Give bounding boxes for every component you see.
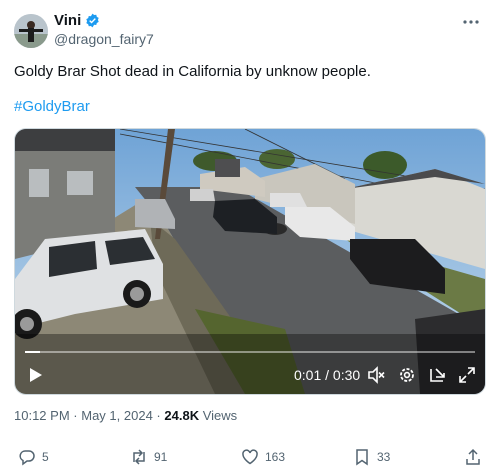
minimize-icon[interactable] xyxy=(428,365,448,385)
views-label: Views xyxy=(202,408,238,423)
video-frame xyxy=(15,129,485,394)
verified-icon xyxy=(86,13,99,28)
video-time: 0:01 / 0:30 xyxy=(294,367,361,383)
repost-icon xyxy=(133,449,145,465)
video-player[interactable]: 0:01 / 0:30 xyxy=(14,128,486,395)
post-date[interactable]: May 1, 2024 xyxy=(81,408,153,423)
video-progress-bar[interactable] xyxy=(25,351,475,353)
share-icon xyxy=(466,448,480,465)
video-progress-fill xyxy=(25,351,40,353)
bookmark-icon xyxy=(356,449,368,466)
like-icon xyxy=(242,449,258,465)
bookmark-count: 33 xyxy=(377,450,391,464)
views-count: 24.8K xyxy=(164,408,200,423)
author-row: Vini xyxy=(54,12,100,29)
repost-button[interactable]: 91 xyxy=(130,448,167,466)
action-bar: 5 91 163 33 xyxy=(14,448,484,468)
like-count: 163 xyxy=(265,450,286,464)
reply-count: 5 xyxy=(42,450,49,464)
like-button[interactable]: 163 xyxy=(241,448,285,466)
repost-count: 91 xyxy=(154,450,168,464)
post-text: Goldy Brar Shot dead in California by un… xyxy=(14,63,371,80)
bookmark-button[interactable]: 33 xyxy=(353,448,390,466)
reply-button[interactable]: 5 xyxy=(18,448,49,466)
reply-icon xyxy=(19,450,35,466)
avatar[interactable] xyxy=(14,14,48,48)
play-icon[interactable] xyxy=(25,365,45,385)
post-meta: 10:12 PM · May 1, 2024 · 24.8K Views xyxy=(14,408,237,423)
hashtag-link[interactable]: #GoldyBrar xyxy=(14,98,90,115)
more-icon xyxy=(463,20,479,24)
volume-mute-icon[interactable] xyxy=(366,365,386,385)
share-button[interactable] xyxy=(464,448,482,466)
post-time[interactable]: 10:12 PM xyxy=(14,408,70,423)
author-name[interactable]: Vini xyxy=(54,12,81,29)
fullscreen-icon[interactable] xyxy=(457,365,477,385)
meta-separator: · xyxy=(73,408,78,423)
author-handle[interactable]: @dragon_fairy7 xyxy=(54,31,154,47)
more-button[interactable] xyxy=(459,10,483,34)
meta-separator-2: · xyxy=(156,408,161,423)
settings-icon[interactable] xyxy=(397,365,417,385)
tweet: Vini @dragon_fairy7 Goldy Brar Shot dead… xyxy=(0,0,497,470)
